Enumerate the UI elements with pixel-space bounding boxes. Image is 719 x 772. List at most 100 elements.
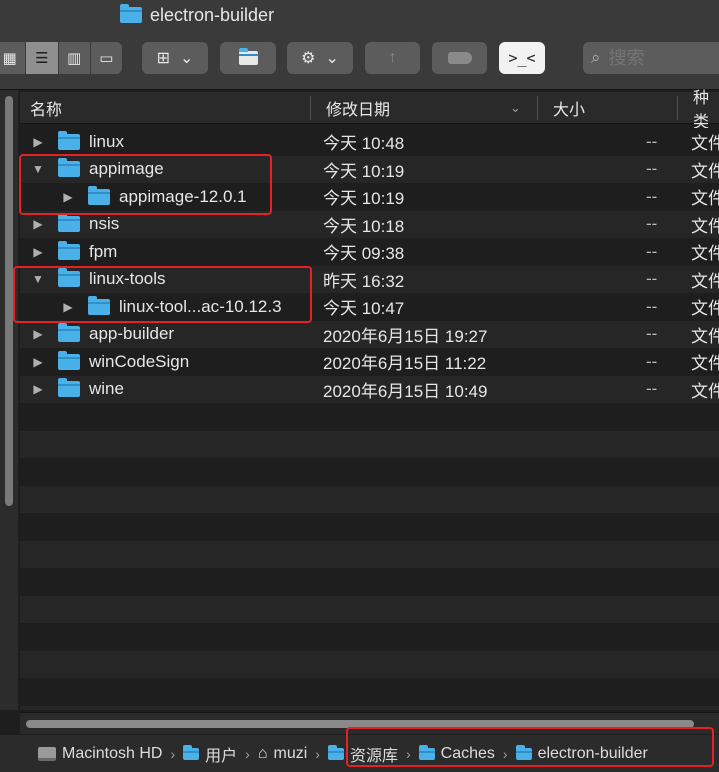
path-item[interactable]: electron-builder — [515, 744, 648, 763]
path-item[interactable]: 用户 — [183, 742, 237, 766]
terminal-icon: >_< — [508, 49, 536, 67]
icon-view-button[interactable]: ▦ — [0, 42, 27, 74]
share-button[interactable]: ↑ — [365, 42, 420, 74]
column-header-name[interactable]: 名称 — [30, 92, 62, 124]
column-divider[interactable] — [310, 96, 311, 120]
gallery-view-button[interactable]: ▭ — [91, 42, 122, 74]
column-divider[interactable] — [537, 96, 538, 120]
grid-icon: ⊞ — [156, 50, 170, 67]
folder-icon — [515, 744, 532, 760]
chevron-right-icon: › — [502, 745, 508, 762]
list-view-button[interactable]: ☰ — [26, 42, 59, 74]
file-size: -- — [646, 159, 658, 179]
file-kind: 文件 — [691, 216, 719, 236]
tag-icon — [447, 52, 472, 64]
column-header-size[interactable]: 大小 — [553, 92, 585, 124]
new-folder-button[interactable] — [220, 42, 276, 74]
path-item[interactable]: Macintosh HD — [38, 745, 162, 763]
file-row[interactable]: ▶ wine 2020年6月15日 10:49 -- 文件 — [20, 375, 719, 404]
path-item-label: 用户 — [205, 747, 238, 765]
file-name: appimage-12.0.1 — [119, 186, 247, 206]
column-view-button[interactable]: ▥ — [59, 42, 91, 74]
file-row[interactable]: ▼ appimage 今天 10:19 -- 文件 — [20, 155, 719, 184]
file-row[interactable]: ▶ nsis 今天 10:18 -- 文件 — [20, 210, 719, 239]
action-menu-button[interactable]: ⚙ ⌄ — [287, 42, 353, 74]
empty-row — [20, 485, 719, 513]
disclosure-triangle-right-icon[interactable]: ▶ — [31, 348, 45, 376]
vertical-scrollbar[interactable] — [0, 90, 18, 710]
terminal-button[interactable]: >_< — [499, 42, 545, 74]
chevron-right-icon: › — [245, 745, 250, 762]
search-icon: ⌕ — [591, 48, 601, 67]
file-row[interactable]: ▶ app-builder 2020年6月15日 19:27 -- 文件 — [20, 320, 719, 349]
folder-icon — [327, 744, 344, 760]
folder-icon — [418, 744, 435, 760]
disclosure-triangle-right-icon[interactable]: ▶ — [31, 238, 45, 266]
path-bar: Macintosh HD › 用户 › ⌂ muzi › 资源库 › Caches… — [0, 735, 719, 772]
empty-row — [20, 568, 719, 596]
horizontal-scrollbar-thumb[interactable] — [26, 720, 694, 728]
file-row[interactable]: ▶ linux 今天 10:48 -- 文件 — [20, 128, 719, 156]
file-name: linux-tools — [89, 269, 166, 289]
column-header-date[interactable]: 修改日期 — [326, 92, 390, 124]
file-size: -- — [646, 296, 658, 316]
tag-button[interactable] — [432, 42, 487, 74]
empty-row — [20, 403, 719, 431]
column-header-kind[interactable]: 种类 — [693, 90, 719, 131]
file-row[interactable]: ▼ linux-tools 昨天 16:32 -- 文件 — [20, 265, 719, 294]
window-title: electron-builder — [120, 4, 274, 26]
file-row[interactable]: ▶ linux-tool...ac-10.12.3 今天 10:47 -- 文件 — [20, 293, 719, 321]
disclosure-triangle-right-icon[interactable]: ▶ — [31, 376, 45, 404]
file-size: -- — [646, 379, 658, 399]
file-name: linux — [89, 131, 124, 151]
chevron-right-icon: › — [170, 745, 176, 762]
path-item-label: Macintosh HD — [62, 744, 163, 762]
empty-row — [20, 705, 719, 710]
file-row[interactable]: ▶ winCodeSign 2020年6月15日 11:22 -- 文件 — [20, 348, 719, 376]
column-header: 名称 修改日期 ⌄ 大小 种类 — [20, 90, 719, 131]
chevron-right-icon: › — [405, 745, 411, 762]
path-item-label: electron-builder — [537, 744, 648, 762]
folder-icon — [58, 213, 80, 233]
folder-icon — [58, 240, 80, 260]
file-row[interactable]: ▶ appimage-12.0.1 今天 10:19 -- 文件 — [20, 183, 719, 211]
disclosure-triangle-down-icon[interactable]: ▼ — [31, 156, 45, 184]
disclosure-triangle-down-icon[interactable]: ▼ — [31, 266, 45, 294]
sort-chevron-down-icon: ⌄ — [510, 100, 521, 115]
disclosure-triangle-right-icon[interactable]: ▶ — [61, 293, 75, 321]
file-date: 今天 10:19 — [323, 161, 405, 181]
file-kind: 文件 — [691, 244, 719, 264]
disclosure-triangle-right-icon[interactable]: ▶ — [61, 183, 75, 211]
horizontal-scrollbar[interactable] — [20, 712, 719, 734]
file-date: 2020年6月15日 10:49 — [323, 381, 488, 401]
path-item[interactable]: 资源库 — [327, 742, 398, 766]
file-name: fpm — [89, 241, 118, 261]
file-kind: 文件 — [691, 134, 719, 154]
path-item[interactable]: ⌂ muzi — [258, 745, 307, 763]
path-item-label: muzi — [273, 744, 308, 762]
file-row[interactable]: ▶ fpm 今天 09:38 -- 文件 — [20, 238, 719, 266]
folder-icon — [183, 744, 200, 760]
vertical-scrollbar-thumb[interactable] — [5, 96, 13, 506]
file-kind: 文件 — [691, 354, 719, 374]
search-field[interactable]: ⌕ — [583, 42, 719, 74]
file-date: 2020年6月15日 11:22 — [323, 354, 487, 374]
file-size: -- — [646, 214, 658, 234]
path-item[interactable]: Caches — [418, 744, 495, 763]
disclosure-triangle-right-icon[interactable]: ▶ — [31, 321, 45, 349]
folder-icon — [88, 185, 110, 205]
file-kind: 文件 — [691, 381, 719, 401]
group-by-button[interactable]: ⊞ ⌄ — [142, 42, 208, 74]
disclosure-triangle-right-icon[interactable]: ▶ — [31, 128, 45, 156]
empty-row — [20, 458, 719, 486]
column-divider[interactable] — [677, 96, 678, 120]
file-name: winCodeSign — [89, 351, 190, 371]
path-item-label: 资源库 — [349, 747, 398, 765]
search-input[interactable] — [608, 47, 709, 69]
disclosure-triangle-right-icon[interactable]: ▶ — [31, 211, 45, 239]
folder-icon — [120, 4, 142, 23]
file-kind: 文件 — [691, 189, 719, 209]
file-date: 今天 10:47 — [323, 299, 405, 319]
file-list: ▶ linux 今天 10:48 -- 文件 ▼ appimage 今天 10:… — [20, 128, 719, 710]
chevron-down-icon: ⌄ — [180, 50, 194, 67]
